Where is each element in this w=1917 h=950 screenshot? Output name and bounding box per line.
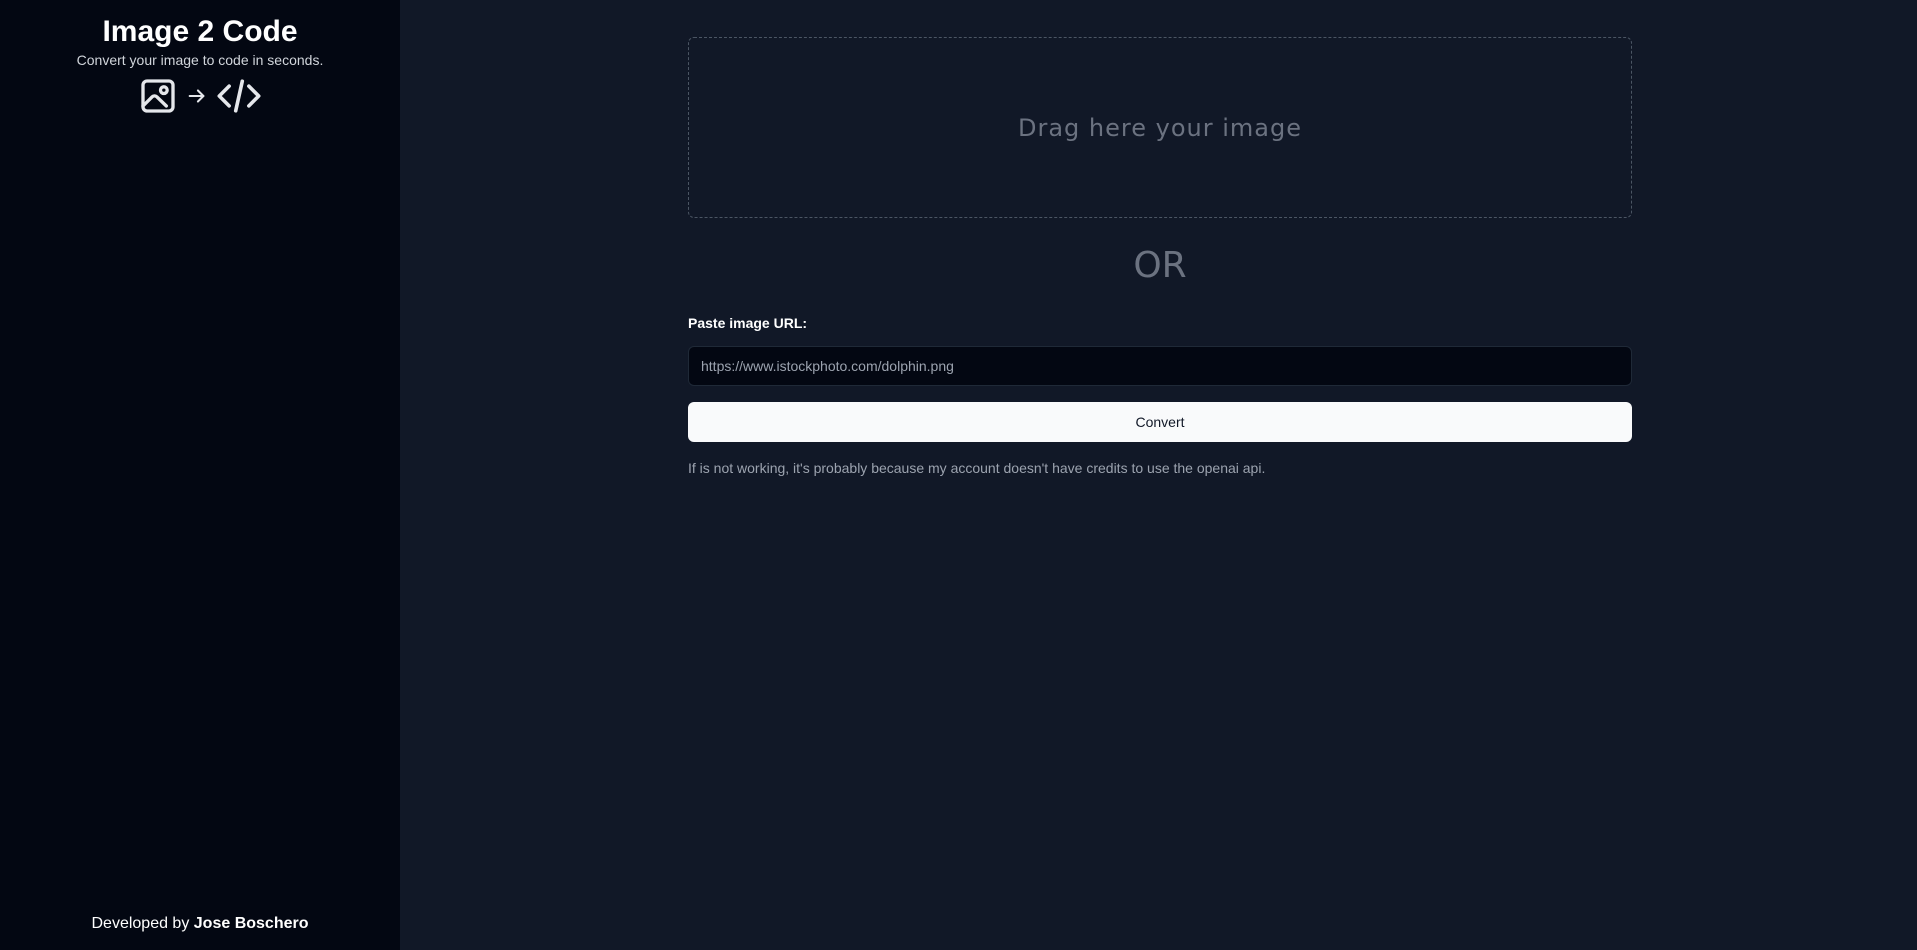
main-panel: Drag here your image OR Paste image URL:… — [400, 0, 1917, 950]
image-url-input[interactable] — [688, 346, 1632, 386]
code-icon — [216, 76, 262, 116]
app-title: Image 2 Code — [102, 15, 298, 48]
brand-icons — [0, 74, 400, 118]
developer-credit: Developed by Jose Boschero — [0, 914, 400, 934]
image-icon — [138, 76, 178, 116]
brand: Image 2 Code Convert your image to code … — [0, 14, 400, 118]
api-credits-notice: If is not working, it's probably because… — [688, 460, 1266, 476]
or-separator: OR — [1133, 245, 1187, 286]
image-dropzone[interactable]: Drag here your image — [688, 37, 1632, 218]
credit-prefix: Developed by — [91, 915, 190, 932]
app-subtitle: Convert your image to code in seconds. — [76, 52, 324, 68]
convert-button[interactable]: Convert — [688, 402, 1632, 442]
converter-form: Drag here your image OR Paste image URL:… — [688, 37, 1632, 491]
dropzone-label: Drag here your image — [1018, 113, 1302, 142]
credit-author: Jose Boschero — [193, 915, 309, 932]
url-label: Paste image URL: — [688, 315, 808, 331]
arrow-right-icon — [186, 85, 208, 107]
app-root: Image 2 Code Convert your image to code … — [0, 0, 1917, 950]
sidebar: Image 2 Code Convert your image to code … — [0, 0, 400, 950]
